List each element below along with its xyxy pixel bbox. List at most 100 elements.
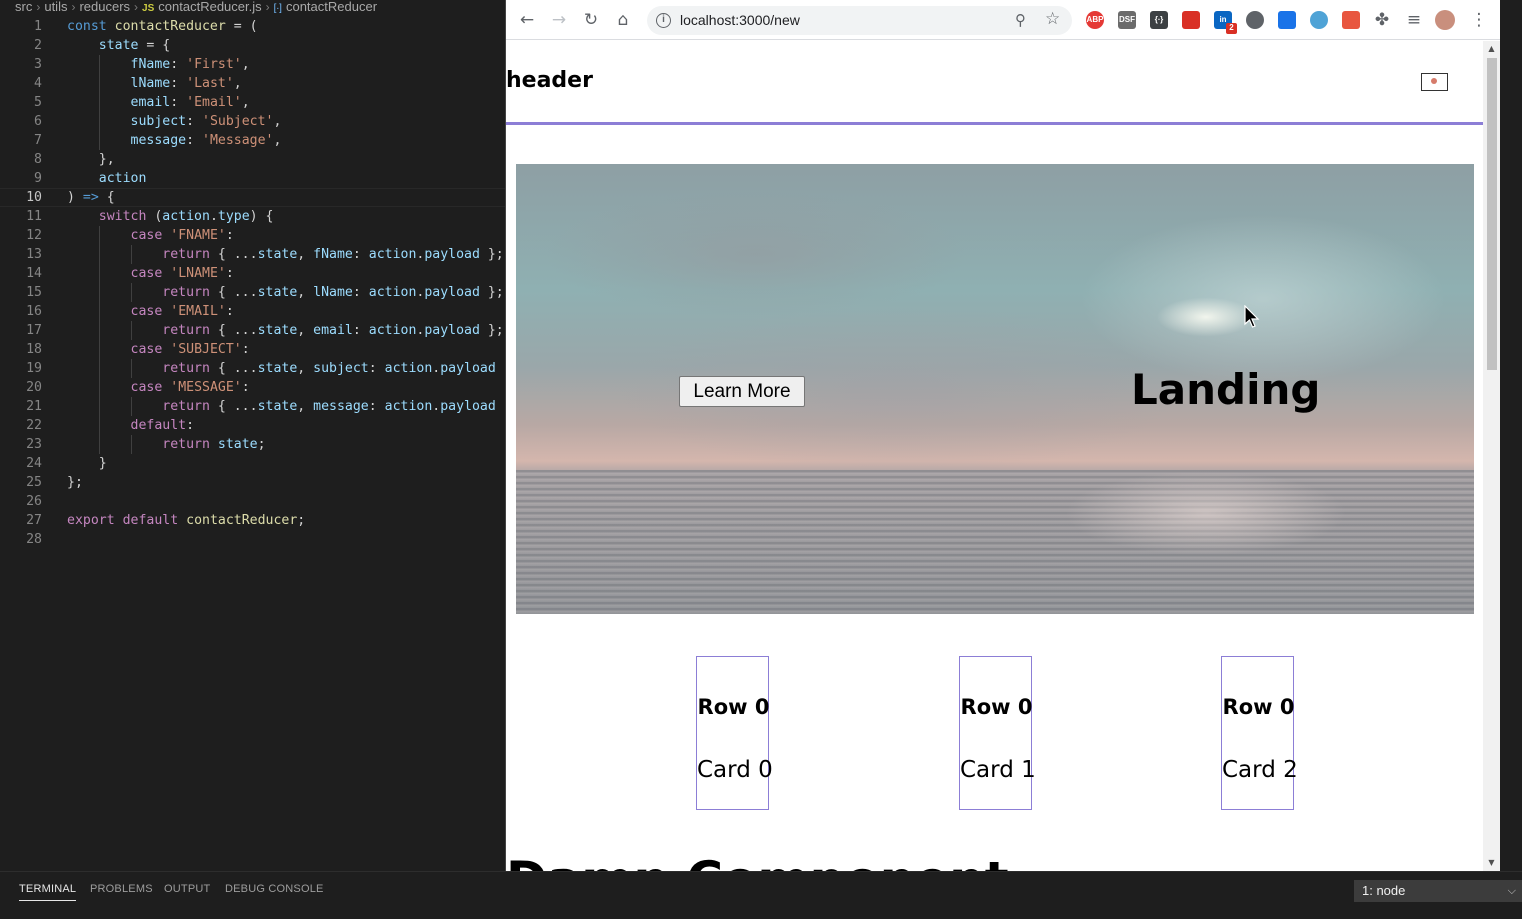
breadcrumb-item[interactable]: reducers [79, 0, 130, 14]
code-line[interactable]: 3 fName: 'First', [0, 55, 505, 74]
code-text: return { ...state, lName: action.payload… [162, 285, 504, 300]
code-line[interactable]: 12 case 'FNAME': [0, 226, 505, 245]
tab-problems[interactable]: PROBLEMS [90, 883, 153, 895]
url-text[interactable]: localhost:3000/new [680, 12, 800, 28]
browser-window: ← → ↻ ⌂ i localhost:3000/new ⚲ ☆ ABP DSF {… [505, 0, 1500, 871]
code-line[interactable]: 11 switch (action.type) { [0, 207, 505, 226]
back-arrow-icon[interactable]: ← [517, 10, 537, 30]
kebab-menu-icon[interactable]: ⋮ [1469, 10, 1489, 30]
code-line[interactable]: 20 case 'MESSAGE': [0, 378, 505, 397]
indent-guide [98, 378, 100, 397]
breadcrumb-item[interactable]: src [15, 0, 32, 14]
indent-guide [98, 112, 100, 131]
forward-arrow-icon[interactable]: → [549, 10, 569, 30]
extension-arc-icon[interactable] [1278, 11, 1296, 29]
breadcrumb-item[interactable]: utils [44, 0, 67, 14]
card[interactable]: Row 0 Card 1 [959, 656, 1036, 810]
breadcrumb-file[interactable]: contactReducer.js [158, 0, 261, 14]
code-line[interactable]: 17 return { ...state, email: action.payl… [0, 321, 505, 340]
code-line-current[interactable]: 10) => { [0, 188, 505, 207]
card[interactable]: Row 0 Card 2 [1221, 656, 1298, 810]
extensions-puzzle-icon[interactable]: ✤ [1372, 10, 1392, 30]
line-number: 16 [26, 304, 42, 319]
indent-guide [130, 245, 132, 264]
code-line[interactable]: 21 return { ...state, message: action.pa… [0, 397, 505, 416]
code-line[interactable]: 27 export default contactReducer; [0, 511, 505, 530]
code-text: case 'FNAME': [130, 228, 234, 243]
code-line[interactable]: 18 case 'SUBJECT': [0, 340, 505, 359]
code-line[interactable]: 19 return { ...state, subject: action.pa… [0, 359, 505, 378]
site-info-icon[interactable]: i [656, 13, 671, 28]
linkedin-icon[interactable]: in 2 [1214, 11, 1237, 34]
avatar[interactable] [1435, 10, 1455, 30]
extension-circle-icon[interactable] [1310, 11, 1328, 29]
reload-icon[interactable]: ↻ [581, 10, 601, 30]
extension-lock-icon[interactable] [1342, 11, 1360, 29]
code-line[interactable]: 2 state = { [0, 36, 505, 55]
code-line[interactable]: 8 }, [0, 150, 505, 169]
mouse-cursor-icon [1244, 305, 1260, 328]
indent-guide [98, 359, 100, 378]
json-viewer-icon[interactable]: {∙} [1150, 11, 1168, 29]
scrollbar-thumb[interactable] [1487, 58, 1497, 370]
card[interactable]: Row 0 Card 0 [696, 656, 773, 810]
tab-output[interactable]: OUTPUT [164, 883, 210, 895]
code-text: case 'MESSAGE': [130, 380, 250, 395]
indent-guide [130, 359, 132, 378]
code-line[interactable]: 28 [0, 530, 505, 549]
code-line[interactable]: 9 action [0, 169, 505, 188]
code-line[interactable]: 24 } [0, 454, 505, 473]
home-icon[interactable]: ⌂ [613, 10, 633, 30]
code-line[interactable]: 13 return { ...state, fName: action.payl… [0, 245, 505, 264]
line-number: 13 [26, 247, 42, 262]
browser-toolbar: ← → ↻ ⌂ i localhost:3000/new ⚲ ☆ ABP DSF {… [506, 0, 1500, 40]
indent-guide [98, 397, 100, 416]
code-line[interactable]: 14 case 'LNAME': [0, 264, 505, 283]
line-number: 26 [26, 494, 42, 509]
code-line[interactable]: 1 const contactReducer = ( [0, 17, 505, 36]
code-line[interactable]: 15 return { ...state, lName: action.payl… [0, 283, 505, 302]
section-heading: Damn Component [506, 851, 1009, 871]
code-line[interactable]: 25}; [0, 473, 505, 492]
zoom-icon[interactable]: ⚲ [1015, 11, 1026, 29]
breadcrumb-symbol[interactable]: contactReducer [286, 0, 377, 14]
extension-dsf-icon[interactable]: DSF [1118, 11, 1136, 29]
line-number: 25 [26, 475, 42, 490]
code-text: state = { [98, 38, 171, 53]
site-header: header [506, 41, 1484, 125]
code-text: switch (action.type) { [98, 209, 274, 224]
extension-red-icon[interactable] [1182, 11, 1200, 29]
code-line[interactable]: 16 case 'EMAIL': [0, 302, 505, 321]
scroll-down-arrow-icon[interactable]: ▼ [1483, 857, 1500, 869]
learn-more-button[interactable]: Learn More [679, 376, 805, 407]
bookmark-star-icon[interactable]: ☆ [1045, 9, 1060, 29]
code-lines[interactable]: 1 const contactReducer = ( 2 state = { 3 … [0, 17, 505, 549]
code-editor[interactable]: src › utils › reducers › JS contactReducer.js ›[… [0, 0, 505, 871]
code-line[interactable]: 5 email: 'Email', [0, 93, 505, 112]
tab-terminal[interactable]: TERMINAL [19, 883, 77, 901]
code-line[interactable]: 22 default: [0, 416, 505, 435]
adblock-plus-icon[interactable]: ABP [1086, 11, 1104, 29]
indent-guide [130, 435, 132, 454]
page-scrollbar[interactable]: ▲ ▼ [1483, 41, 1500, 871]
code-line[interactable]: 4 lName: 'Last', [0, 74, 505, 93]
code-line[interactable]: 23 return state; [0, 435, 505, 454]
address-bar[interactable]: i localhost:3000/new ⚲ ☆ [647, 6, 1072, 35]
media-control-icon[interactable]: ≡ [1404, 10, 1424, 30]
code-text: return state; [162, 437, 266, 452]
page-viewport[interactable]: header Learn More Landing Row 0 Card 0 R… [506, 41, 1484, 871]
line-number: 22 [26, 418, 42, 433]
code-line[interactable]: 6 subject: 'Subject', [0, 112, 505, 131]
code-text: case 'LNAME': [130, 266, 234, 281]
terminal-select[interactable]: 1: node ⌵ [1354, 880, 1522, 902]
header-image-icon[interactable] [1421, 73, 1448, 91]
tab-debug-console[interactable]: DEBUG CONSOLE [225, 883, 324, 895]
code-text: }; [67, 475, 83, 490]
dark-mode-icon[interactable] [1246, 11, 1264, 29]
indent-guide [98, 245, 100, 264]
code-line[interactable]: 7 message: 'Message', [0, 131, 505, 150]
chevron-right-icon: › [71, 0, 76, 14]
line-number: 1 [34, 19, 42, 34]
code-line[interactable]: 26 [0, 492, 505, 511]
scroll-up-arrow-icon[interactable]: ▲ [1483, 43, 1500, 55]
